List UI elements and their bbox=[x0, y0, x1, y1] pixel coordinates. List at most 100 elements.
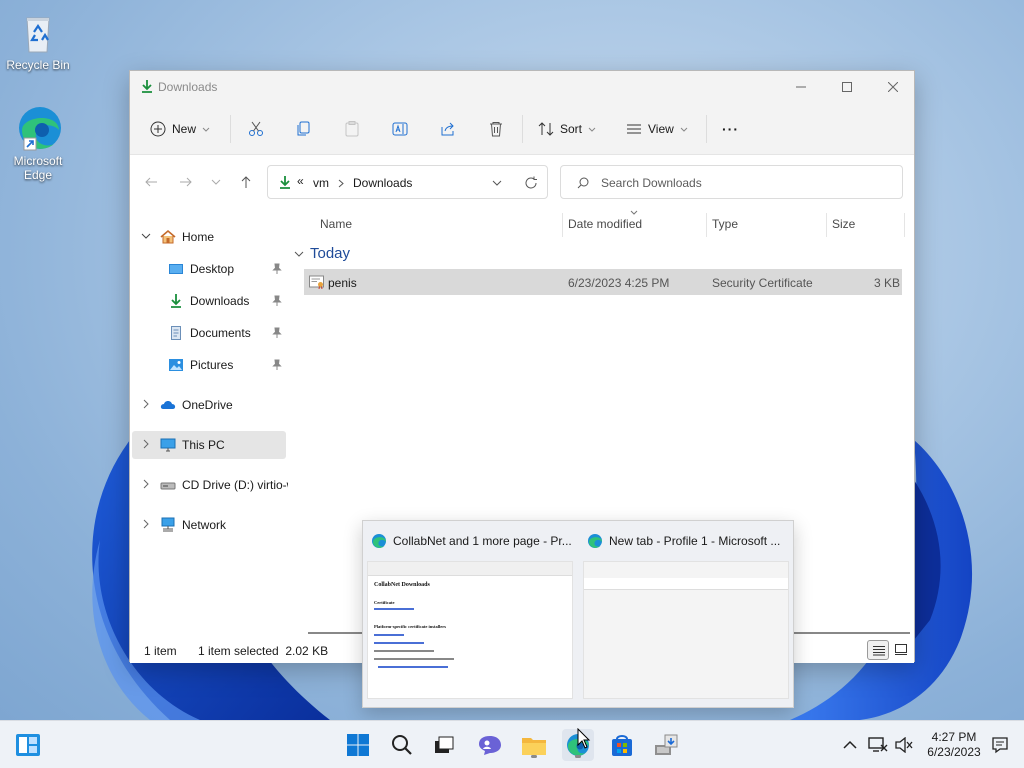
thumbnail-title-2[interactable]: New tab - Profile 1 - Microsoft ... bbox=[587, 533, 780, 549]
browser-toolbar bbox=[584, 578, 788, 590]
nav-item-downloads[interactable]: Downloads bbox=[132, 287, 286, 315]
folder-icon bbox=[522, 738, 546, 755]
breadcrumb-overflow[interactable]: « bbox=[297, 174, 304, 188]
table-row[interactable]: penis 6/23/2023 4:25 PM Security Certifi… bbox=[304, 269, 902, 295]
nav-label: CD Drive (D:) virtio-win bbox=[182, 478, 288, 492]
thumbnail-title-1[interactable]: CollabNet and 1 more page - Pr... bbox=[371, 533, 572, 549]
nav-item-documents[interactable]: Documents bbox=[132, 319, 286, 347]
downloads-icon bbox=[171, 294, 181, 308]
divider bbox=[230, 115, 231, 143]
pin-icon[interactable] bbox=[272, 359, 282, 371]
nav-item-network[interactable]: Network bbox=[132, 511, 286, 539]
share-icon bbox=[441, 122, 454, 136]
rename-button[interactable] bbox=[392, 116, 408, 142]
column-header-date[interactable]: Date modified bbox=[568, 217, 642, 231]
desktop-icon-edge[interactable]: Microsoft Edge bbox=[2, 104, 74, 182]
notification-icon bbox=[992, 737, 1008, 754]
scissors-icon bbox=[249, 121, 263, 136]
thumbnail-preview-1[interactable]: CollabNet Downloads Certificate Platform… bbox=[367, 561, 573, 699]
nav-item-cd-drive[interactable]: CD Drive (D:) virtio-win bbox=[132, 471, 288, 499]
command-bar: New Sort View ··· bbox=[130, 103, 914, 155]
new-button[interactable]: New bbox=[150, 116, 210, 142]
breadcrumb-downloads[interactable]: Downloads bbox=[353, 176, 412, 190]
nav-item-desktop[interactable]: Desktop bbox=[132, 255, 286, 283]
group-label: Today bbox=[310, 245, 351, 262]
documents-icon bbox=[171, 326, 181, 340]
edge-icon bbox=[372, 534, 386, 548]
address-bar[interactable]: « vm Downloads bbox=[267, 165, 548, 199]
details-view-icon bbox=[873, 646, 885, 656]
close-button[interactable] bbox=[870, 71, 916, 103]
search-icon bbox=[577, 177, 589, 189]
home-icon bbox=[160, 229, 176, 244]
group-header-today[interactable]: Today bbox=[294, 245, 350, 262]
task-view-button[interactable] bbox=[428, 729, 460, 761]
recent-locations-button[interactable] bbox=[206, 172, 226, 192]
delete-button[interactable] bbox=[488, 116, 504, 142]
notifications-button[interactable] bbox=[984, 729, 1016, 761]
system-clock[interactable]: 4:27 PM 6/23/2023 bbox=[916, 730, 992, 760]
pin-icon[interactable] bbox=[272, 327, 282, 339]
chevron-down-icon[interactable] bbox=[492, 178, 502, 188]
file-explorer-taskbar-button[interactable] bbox=[518, 729, 550, 761]
rename-icon bbox=[392, 122, 408, 136]
thumbnail-preview-2[interactable] bbox=[583, 561, 789, 699]
address-row: « vm Downloads Search Downloads bbox=[130, 155, 914, 207]
column-header-name[interactable]: Name bbox=[320, 217, 352, 231]
nav-label: Documents bbox=[190, 326, 251, 340]
installer-button[interactable] bbox=[650, 729, 682, 761]
chevron-down-icon bbox=[588, 127, 596, 132]
share-button[interactable] bbox=[440, 116, 456, 142]
minimize-button[interactable] bbox=[778, 71, 824, 103]
view-button[interactable]: View bbox=[626, 116, 688, 142]
desktop-icon-recycle-bin[interactable]: Recycle Bin bbox=[2, 8, 74, 72]
maximize-button[interactable] bbox=[824, 71, 870, 103]
pin-icon[interactable] bbox=[272, 263, 282, 275]
paste-button[interactable] bbox=[344, 116, 360, 142]
preview-link bbox=[374, 608, 414, 610]
plus-circle-icon bbox=[150, 121, 166, 137]
details-view-button[interactable] bbox=[867, 640, 889, 660]
store-button[interactable] bbox=[606, 729, 638, 761]
tiles-view-button[interactable] bbox=[892, 641, 910, 659]
forward-button[interactable] bbox=[176, 172, 196, 192]
nav-label: Desktop bbox=[190, 262, 235, 276]
trash-icon bbox=[490, 122, 502, 137]
speaker-muted-icon bbox=[895, 737, 913, 753]
back-button[interactable] bbox=[141, 172, 161, 192]
column-header-size[interactable]: Size bbox=[832, 217, 855, 231]
more-options-button[interactable]: ··· bbox=[722, 116, 739, 142]
breadcrumb-vm[interactable]: vm bbox=[313, 176, 329, 190]
chevron-right-icon bbox=[143, 479, 149, 489]
chevron-right-icon bbox=[143, 399, 149, 409]
widgets-button[interactable] bbox=[12, 729, 44, 761]
search-input[interactable]: Search Downloads bbox=[560, 165, 903, 199]
copy-button[interactable] bbox=[296, 116, 312, 142]
nav-item-this-pc[interactable]: This PC bbox=[132, 431, 286, 459]
column-header-type[interactable]: Type bbox=[712, 217, 738, 231]
file-type: Security Certificate bbox=[712, 276, 813, 290]
browser-toolbar bbox=[368, 562, 572, 576]
column-divider bbox=[562, 213, 563, 237]
arrow-left-icon bbox=[145, 177, 157, 187]
search-button[interactable] bbox=[386, 729, 418, 761]
view-label: View bbox=[648, 122, 674, 136]
copy-icon bbox=[297, 121, 310, 136]
start-button[interactable] bbox=[342, 729, 374, 761]
sort-button[interactable]: Sort bbox=[538, 116, 596, 142]
up-button[interactable] bbox=[236, 172, 256, 192]
nav-item-onedrive[interactable]: OneDrive bbox=[132, 391, 286, 419]
nav-item-pictures[interactable]: Pictures bbox=[132, 351, 286, 379]
cut-button[interactable] bbox=[248, 116, 264, 142]
clock-time: 4:27 PM bbox=[931, 730, 977, 744]
refresh-icon[interactable] bbox=[524, 176, 538, 190]
item-count: 1 item bbox=[144, 644, 177, 658]
pin-icon[interactable] bbox=[272, 295, 282, 307]
network-icon bbox=[868, 737, 888, 752]
chat-icon bbox=[479, 736, 501, 755]
list-view-icon bbox=[627, 124, 641, 134]
chat-button[interactable] bbox=[474, 729, 506, 761]
chevron-down-icon bbox=[141, 233, 151, 239]
title-bar[interactable]: Downloads bbox=[130, 71, 914, 103]
nav-item-home[interactable]: Home bbox=[132, 223, 286, 251]
